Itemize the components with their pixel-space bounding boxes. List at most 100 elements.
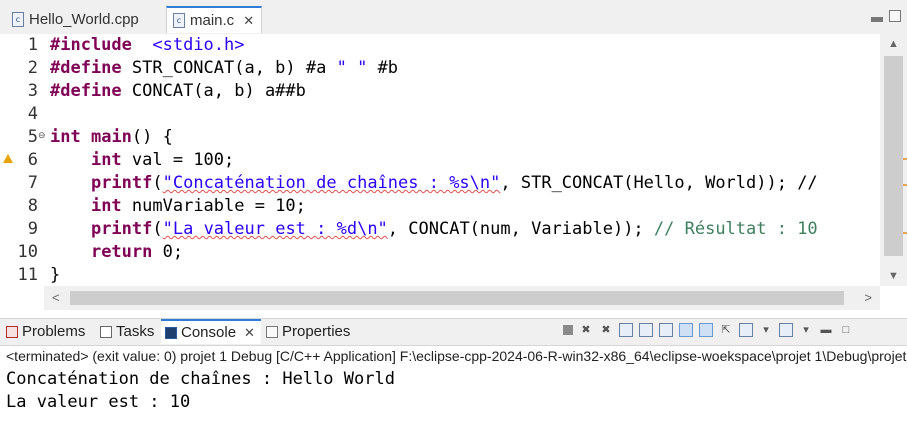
scroll-up-icon[interactable]: ▲ (888, 38, 899, 50)
properties-icon (266, 325, 278, 338)
code-line[interactable]: #define CONCAT(a, b) a##b (50, 80, 878, 103)
code-line[interactable]: return 0; (50, 241, 878, 264)
horizontal-scroll-thumb[interactable] (70, 291, 844, 305)
overview-marker[interactable] (903, 158, 907, 160)
minimize-icon[interactable] (871, 17, 883, 22)
code-token: ( (152, 173, 163, 193)
tab-label: Console (181, 324, 237, 341)
line-number: 11 (17, 265, 38, 285)
code-token: , STR_CONCAT(Hello, World)); // (500, 173, 818, 193)
tab-label: Problems (22, 323, 86, 340)
tab-console[interactable]: Console ✕ (161, 319, 261, 344)
console-output-line: La valeur est : 10 (6, 392, 191, 412)
code-token: #b (367, 58, 399, 78)
vertical-scrollbar[interactable]: ▲ ▼ (880, 34, 907, 286)
code-token: // Résultat : 10 (653, 219, 818, 239)
display-console-icon[interactable] (739, 323, 753, 337)
tab-label: main.c (190, 12, 235, 29)
tab-tasks[interactable]: Tasks (100, 319, 154, 344)
remove-all-launches-icon[interactable]: ✖ (599, 323, 613, 337)
scroll-lock-icon[interactable] (639, 323, 653, 337)
tab-label: Tasks (116, 323, 155, 340)
code-token: int (50, 127, 81, 147)
code-token: int (90, 196, 122, 216)
code-area[interactable]: #include <stdio.h> #define STR_CONCAT(a, … (50, 34, 878, 286)
code-token: } (50, 265, 61, 285)
code-line[interactable] (50, 103, 878, 126)
c-file-icon: c (173, 13, 185, 28)
code-token: "Concaténation de chaînes : %s\n" (162, 173, 501, 193)
remove-launch-icon[interactable]: ✖ (579, 323, 593, 337)
clear-console-icon[interactable] (619, 323, 633, 337)
code-token: , CONCAT(num, Variable)); (387, 219, 654, 239)
console-output[interactable]: Concaténation de chaînes : Hello World L… (6, 368, 902, 414)
code-token: int (90, 150, 122, 170)
fold-toggle-icon[interactable]: ⊖ (38, 130, 46, 141)
editor-window-controls (871, 10, 901, 22)
code-editor[interactable]: 1 2 3 4 5 6 7 8 9 10 11 ⊖ #include <stdio.h> #defin… (0, 34, 907, 310)
code-token: val = 100; (121, 150, 235, 170)
line-number: 9 (27, 219, 38, 239)
scroll-left-icon[interactable]: < (52, 290, 60, 305)
bottom-panel-tab-bar: Problems Tasks Console ✕ Properties ✖ ✖ … (0, 318, 907, 346)
tab-problems[interactable]: Problems (6, 319, 85, 344)
code-token: 0; (152, 242, 184, 262)
overview-marker[interactable] (903, 184, 907, 186)
tab-main-c[interactable]: c main.c ✕ (166, 6, 262, 33)
code-token: numVariable = 10; (121, 196, 306, 216)
close-icon[interactable]: ✕ (244, 325, 255, 341)
line-number: 8 (27, 196, 38, 216)
line-number: 10 (17, 242, 38, 262)
editor-tab-bar: c Hello_World.cpp c main.c ✕ (0, 0, 907, 35)
pin-console-icon[interactable]: ⇱ (719, 323, 733, 337)
c-file-icon: c (12, 12, 24, 27)
code-line[interactable]: int val = 100; (50, 149, 878, 172)
code-line[interactable]: printf("Concaténation de chaînes : %s\n"… (50, 172, 878, 195)
code-token: <stdio.h> (152, 35, 245, 55)
word-wrap-icon[interactable] (659, 323, 673, 337)
vertical-scroll-thumb[interactable] (884, 56, 903, 256)
show-on-stdout-icon[interactable] (679, 323, 693, 337)
minimize-icon[interactable]: ▬ (819, 323, 833, 337)
warning-icon[interactable] (3, 154, 13, 163)
tab-hello-world-cpp[interactable]: c Hello_World.cpp (6, 6, 166, 33)
open-console-icon[interactable] (779, 323, 793, 337)
line-number: 7 (27, 173, 38, 193)
horizontal-scrollbar[interactable]: < > (44, 286, 880, 310)
code-line[interactable]: int main() { (50, 126, 878, 149)
problems-icon (6, 325, 18, 338)
tasks-icon (100, 325, 112, 338)
code-line[interactable]: int numVariable = 10; (50, 195, 878, 218)
show-on-stderr-icon[interactable] (699, 323, 713, 337)
maximize-icon[interactable]: □ (839, 323, 853, 337)
code-token: "La valeur est : %d\n" (162, 219, 388, 239)
console-icon (165, 326, 177, 339)
scroll-down-icon[interactable]: ▼ (888, 270, 899, 282)
scroll-right-icon[interactable]: > (864, 290, 872, 305)
close-icon[interactable]: ✕ (243, 13, 254, 29)
tab-properties[interactable]: Properties (266, 319, 350, 344)
line-number: 3 (27, 81, 38, 101)
code-token: printf (90, 173, 153, 193)
chevron-down-icon[interactable]: ▾ (759, 323, 773, 337)
code-token: STR_CONCAT(a, b) #a (121, 58, 337, 78)
console-status-line: <terminated> (exit value: 0) projet 1 De… (6, 348, 907, 364)
terminate-icon[interactable] (563, 325, 573, 335)
chevron-down-icon[interactable]: ▾ (799, 323, 813, 337)
code-token: () { (131, 127, 173, 147)
code-line[interactable]: } (50, 264, 878, 286)
overview-marker[interactable] (903, 232, 907, 234)
maximize-icon[interactable] (889, 10, 901, 22)
code-token: #define (50, 81, 122, 101)
code-line[interactable]: #define STR_CONCAT(a, b) #a " " #b (50, 57, 878, 80)
code-token: #include (50, 35, 132, 55)
code-line[interactable]: #include <stdio.h> (50, 34, 878, 57)
code-line[interactable]: printf("La valeur est : %d\n", CONCAT(nu… (50, 218, 878, 241)
